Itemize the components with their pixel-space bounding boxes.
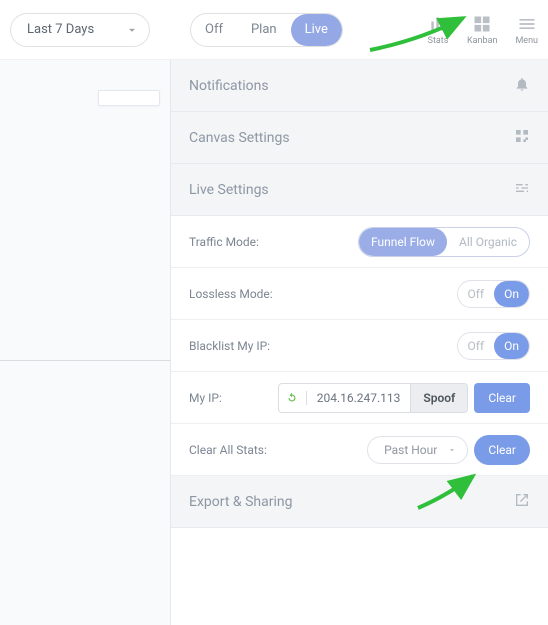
row-my-ip: My IP: 204.16.247.113 Spoof Clear (171, 372, 548, 424)
section-canvas-settings[interactable]: Canvas Settings (171, 112, 548, 164)
stats-label: Stats (428, 36, 449, 46)
canvas-node[interactable] (98, 90, 160, 106)
section-notifications-label: Notifications (189, 78, 269, 94)
bar-chart-icon (427, 14, 449, 34)
top-bar: Last 7 Days Off Plan Live Stats Kanban M… (0, 0, 548, 60)
sliders-icon (514, 180, 530, 196)
row-traffic-mode: Traffic Mode: Funnel Flow All Organic (171, 216, 548, 268)
layout-icon (514, 128, 530, 144)
stats-button[interactable]: Stats (427, 14, 449, 46)
menu-label: Menu (515, 36, 538, 46)
traffic-mode-organic[interactable]: All Organic (447, 228, 529, 256)
section-export-sharing[interactable]: Export & Sharing (171, 476, 548, 528)
mode-plan[interactable]: Plan (237, 14, 291, 46)
kanban-label: Kanban (467, 36, 497, 46)
date-range-dropdown[interactable]: Last 7 Days (10, 13, 150, 47)
traffic-mode-funnel[interactable]: Funnel Flow (359, 228, 447, 256)
kanban-button[interactable]: Kanban (467, 14, 497, 46)
section-live-settings[interactable]: Live Settings (171, 164, 548, 216)
blacklist-toggle: Off On (457, 332, 531, 360)
refresh-ip-button[interactable] (279, 391, 307, 405)
clear-stats-range-value: Past Hour (384, 443, 437, 457)
section-canvas-label: Canvas Settings (189, 130, 290, 146)
lossless-label: Lossless Mode: (189, 287, 273, 301)
spoof-button[interactable]: Spoof (410, 384, 467, 412)
traffic-mode-toggle: Funnel Flow All Organic (358, 227, 530, 257)
date-range-label: Last 7 Days (27, 22, 94, 37)
mode-off[interactable]: Off (191, 14, 237, 46)
clear-stats-label: Clear All Stats: (189, 443, 267, 457)
mode-live[interactable]: Live (291, 14, 342, 46)
traffic-mode-label: Traffic Mode: (189, 235, 259, 249)
row-blacklist-ip: Blacklist My IP: Off On (171, 320, 548, 372)
top-actions: Stats Kanban Menu (427, 14, 538, 46)
clear-stats-button[interactable]: Clear (474, 435, 530, 465)
hamburger-icon (516, 14, 538, 34)
chevron-down-icon (125, 23, 139, 37)
lossless-on[interactable]: On (494, 281, 529, 307)
clear-ip-button[interactable]: Clear (474, 383, 530, 413)
settings-panel: Notifications Canvas Settings Live Setti… (170, 60, 548, 625)
grid-icon (471, 14, 493, 34)
export-icon (514, 492, 530, 508)
my-ip-label: My IP: (189, 391, 222, 405)
section-export-label: Export & Sharing (189, 494, 292, 510)
canvas-area (0, 60, 170, 625)
refresh-icon (285, 391, 299, 405)
chevron-down-icon (447, 445, 457, 455)
row-lossless-mode: Lossless Mode: Off On (171, 268, 548, 320)
my-ip-group: 204.16.247.113 Spoof (278, 383, 469, 413)
blacklist-off[interactable]: Off (458, 333, 495, 359)
row-clear-stats: Clear All Stats: Past Hour Clear (171, 424, 548, 476)
my-ip-value: 204.16.247.113 (307, 391, 411, 405)
blacklist-label: Blacklist My IP: (189, 339, 270, 353)
mode-toggle-group: Off Plan Live (190, 13, 343, 47)
lossless-off[interactable]: Off (458, 281, 495, 307)
bell-icon (514, 76, 530, 92)
clear-stats-range-dropdown[interactable]: Past Hour (367, 436, 468, 464)
lossless-toggle: Off On (457, 280, 531, 308)
canvas-divider (0, 360, 170, 361)
section-live-label: Live Settings (189, 182, 269, 198)
menu-button[interactable]: Menu (515, 14, 538, 46)
section-notifications[interactable]: Notifications (171, 60, 548, 112)
blacklist-on[interactable]: On (494, 333, 529, 359)
